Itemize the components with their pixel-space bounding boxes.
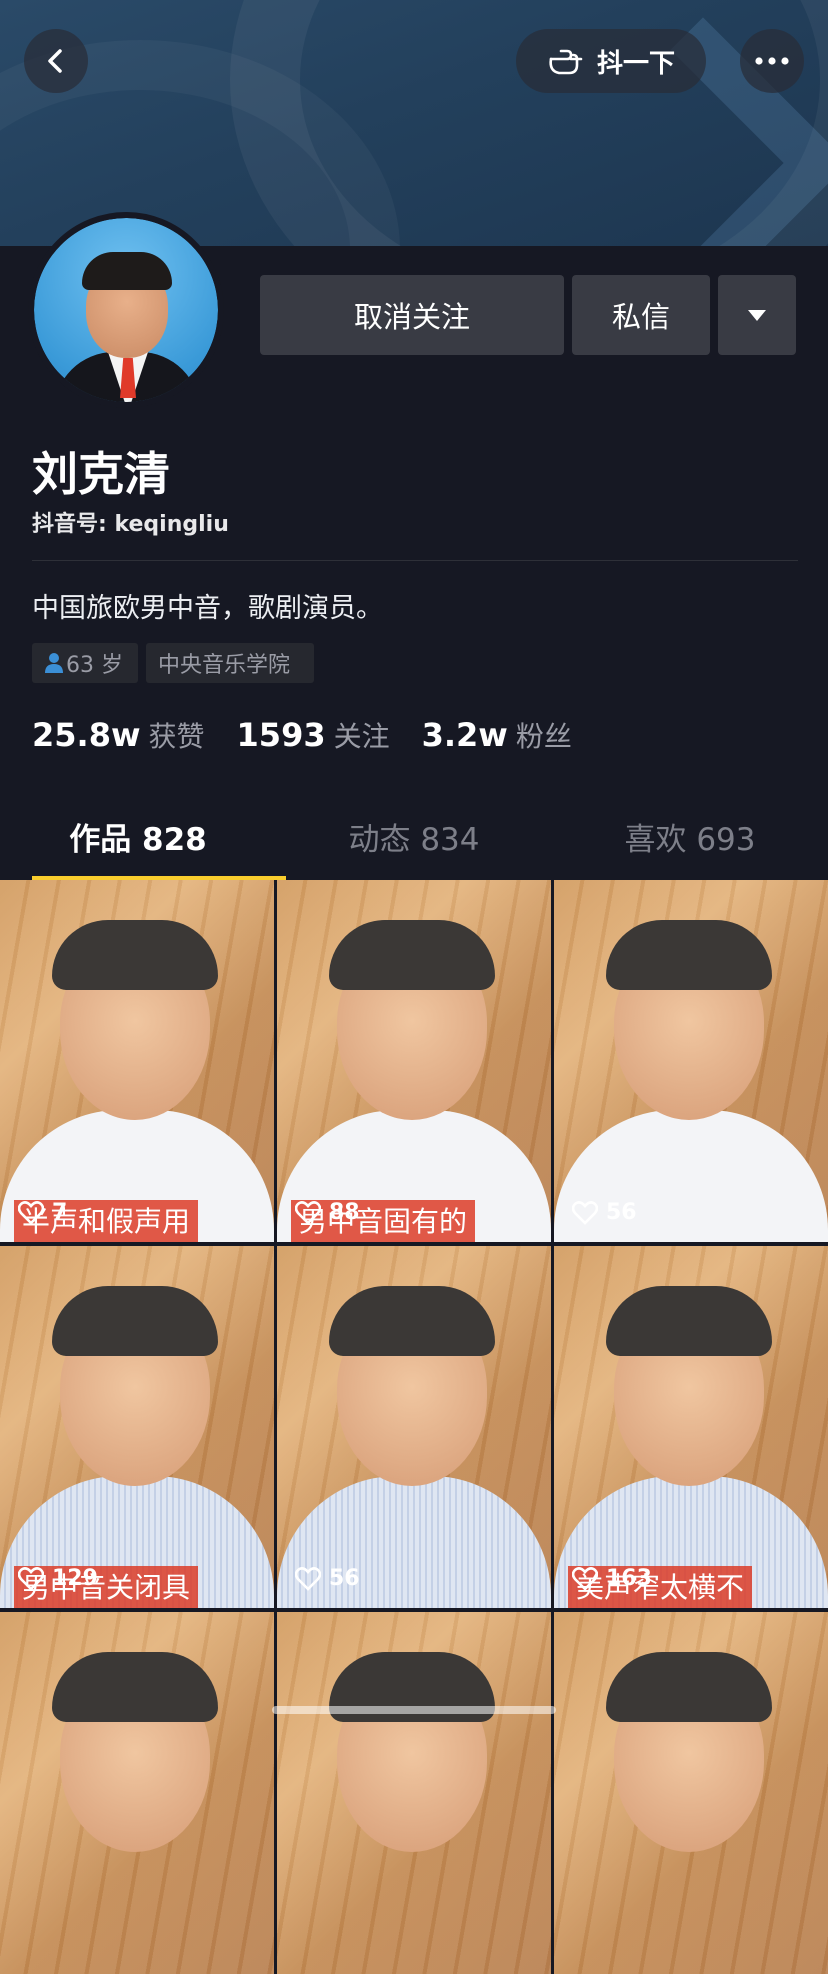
video-likes: 56: [572, 1200, 637, 1225]
video-thumbnail[interactable]: 男中音关闭具 129: [0, 1246, 274, 1608]
tab-moments[interactable]: 动态 834: [276, 800, 552, 880]
poke-button[interactable]: 抖一下: [516, 29, 706, 93]
profile-banner: [0, 0, 828, 246]
age-tag: 63 岁: [32, 643, 138, 683]
pointing-hand-icon: [549, 49, 583, 75]
video-thumbnail[interactable]: [277, 1612, 551, 1974]
video-thumbnail[interactable]: 男中音固有的 88: [277, 880, 551, 1242]
followers-count[interactable]: 3.2w: [422, 716, 508, 754]
video-likes: 56: [295, 1566, 360, 1591]
video-likes: 7: [18, 1200, 67, 1225]
heart-icon: [572, 1200, 598, 1225]
video-likes-count: 7: [52, 1200, 68, 1225]
back-button[interactable]: [24, 29, 88, 93]
video-thumbnail[interactable]: 56: [277, 1246, 551, 1608]
caret-down-icon: [748, 309, 766, 321]
unfollow-label: 取消关注: [353, 300, 470, 334]
tab-works[interactable]: 作品 828: [0, 800, 276, 880]
video-thumbnail[interactable]: [554, 1612, 828, 1974]
poke-label: 抖一下: [596, 48, 675, 79]
douyin-id[interactable]: 抖音号: keqingliu: [32, 506, 229, 538]
more-options-button[interactable]: [740, 29, 804, 93]
home-indicator: [272, 1706, 556, 1714]
likes-count: 25.8w: [32, 716, 141, 754]
heart-icon: [295, 1566, 321, 1591]
age-text: 63 岁: [66, 653, 123, 678]
video-likes-count: 56: [329, 1566, 360, 1591]
tab-likes[interactable]: 喜欢 693: [552, 800, 828, 880]
video-likes-count: 56: [606, 1200, 637, 1225]
video-thumbnail[interactable]: 美声窄太横不 163: [554, 1246, 828, 1608]
heart-icon: [18, 1566, 44, 1591]
content-tabs: 作品 828 动态 834 喜欢 693: [0, 800, 828, 880]
profile-name: 刘克清: [32, 447, 170, 501]
video-likes-count: 163: [606, 1566, 652, 1591]
unfollow-button[interactable]: 取消关注: [260, 275, 564, 355]
back-arrow-icon: [48, 49, 62, 73]
video-likes-count: 129: [52, 1566, 98, 1591]
followers-label[interactable]: 粉丝: [516, 715, 572, 755]
heart-icon: [572, 1566, 598, 1591]
following-label[interactable]: 关注: [334, 715, 390, 755]
video-likes: 88: [295, 1200, 360, 1225]
ellipsis-icon: [755, 57, 789, 65]
heart-icon: [18, 1200, 44, 1225]
video-likes: 163: [572, 1566, 652, 1591]
school-tag: 中央音乐学院: [146, 643, 314, 683]
profile-stats: 25.8w 获赞 1593 关注 3.2w 粉丝: [32, 715, 604, 755]
recommend-dropdown-button[interactable]: [718, 275, 796, 355]
avatar[interactable]: [28, 212, 224, 408]
following-count[interactable]: 1593: [237, 716, 326, 754]
divider: [32, 560, 798, 561]
video-thumbnail[interactable]: 56: [554, 880, 828, 1242]
video-likes-count: 88: [329, 1200, 360, 1225]
video-thumbnail[interactable]: [0, 1612, 274, 1974]
video-thumbnail[interactable]: 半声和假声用 7: [0, 880, 274, 1242]
person-icon: [45, 653, 63, 673]
message-label: 私信: [611, 300, 670, 334]
message-button[interactable]: 私信: [572, 275, 710, 355]
profile-bio: 中国旅欧男中音，歌剧演员。: [32, 593, 383, 624]
video-likes: 129: [18, 1566, 98, 1591]
likes-label: 获赞: [148, 720, 205, 753]
school-text: 中央音乐学院: [158, 653, 291, 678]
heart-icon: [295, 1200, 321, 1225]
